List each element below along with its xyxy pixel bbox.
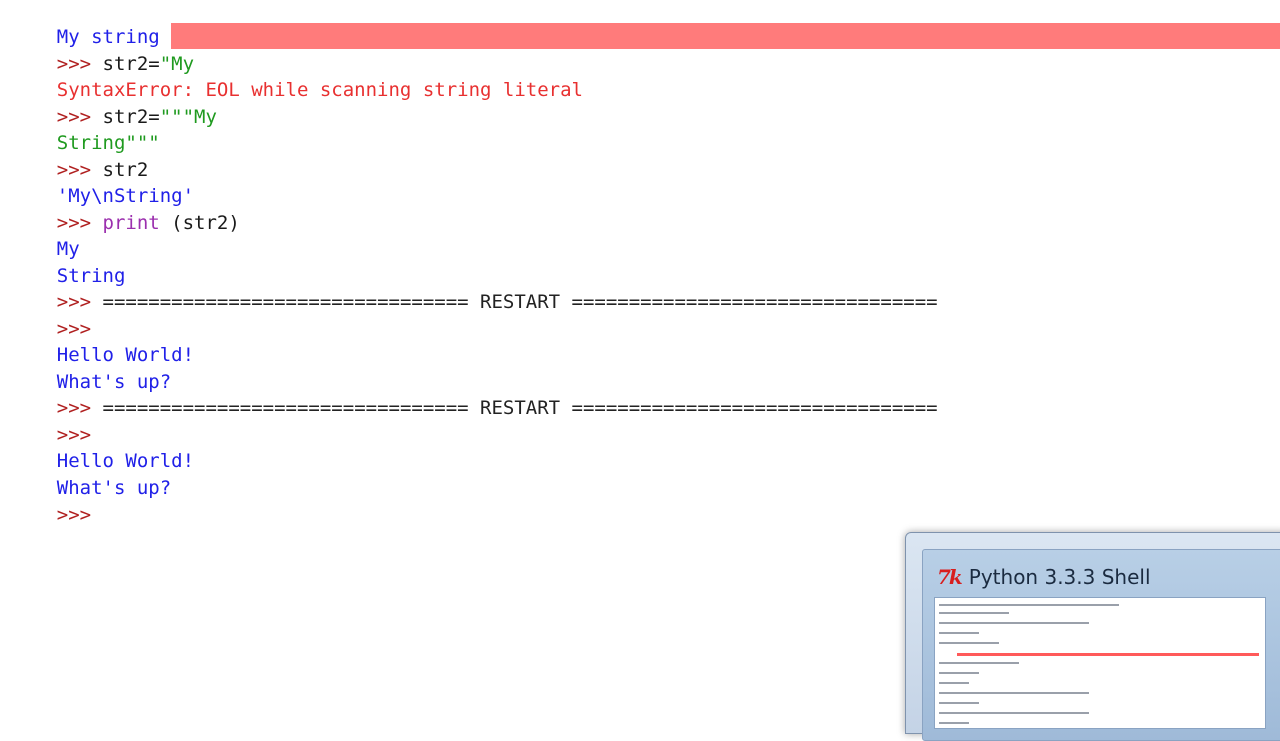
preview-line <box>939 722 969 724</box>
input-line: >>> str2="My <box>11 24 194 75</box>
output-line: 'My\nString' <box>11 156 194 207</box>
output-line: String <box>11 236 126 287</box>
current-input-line[interactable]: >>> <box>11 475 91 526</box>
preview-line <box>939 662 1019 664</box>
restart-line: >>> ================================ RES… <box>11 262 938 313</box>
restart-line: >>> ================================ RES… <box>11 368 938 419</box>
builtin-keyword: print <box>91 211 160 234</box>
preview-line <box>939 632 979 634</box>
output-line: Hello World! <box>11 421 194 472</box>
input-line: >>> str2 <box>11 130 149 181</box>
restart-separator: ================================ RESTART… <box>91 396 938 419</box>
input-line: >>> print (str2) <box>11 183 240 234</box>
error-highlight-band <box>171 23 1280 49</box>
preview-line <box>939 622 1089 624</box>
output-line: Hello World! <box>11 315 194 366</box>
output-line: What's up? <box>11 342 171 393</box>
preview-line <box>939 712 1089 714</box>
output-line: What's up? <box>11 448 171 499</box>
preview-line <box>939 692 1089 694</box>
preview-line <box>939 682 969 684</box>
preview-line <box>939 612 1009 614</box>
output-line: My <box>11 209 80 260</box>
preview-line <box>939 672 979 674</box>
thumbnail-window-title: Python 3.3.3 Shell <box>968 565 1151 589</box>
output-line: My string <box>11 0 160 48</box>
input-line: >>> <box>11 289 91 340</box>
preview-line <box>939 642 999 644</box>
preview-line <box>939 604 1119 606</box>
input-line: >>> str2="""My <box>11 77 217 128</box>
input-continuation-line: String""" <box>11 103 160 154</box>
shell-prompt: >>> <box>56 503 92 526</box>
code-text: (str2) <box>159 211 240 234</box>
thumbnail-title-bar[interactable]: 7k Python 3.3.3 Shell <box>937 564 1151 590</box>
string-literal: """My <box>159 105 217 128</box>
thumbnail-window-preview[interactable] <box>934 597 1266 729</box>
input-line: >>> <box>11 395 91 446</box>
error-line: SyntaxError: EOL while scanning string l… <box>11 50 583 101</box>
restart-separator: ================================ RESTART… <box>91 290 938 313</box>
tk-icon: 7k <box>937 565 963 589</box>
preview-line <box>939 702 979 704</box>
preview-error-highlight <box>957 653 1259 656</box>
